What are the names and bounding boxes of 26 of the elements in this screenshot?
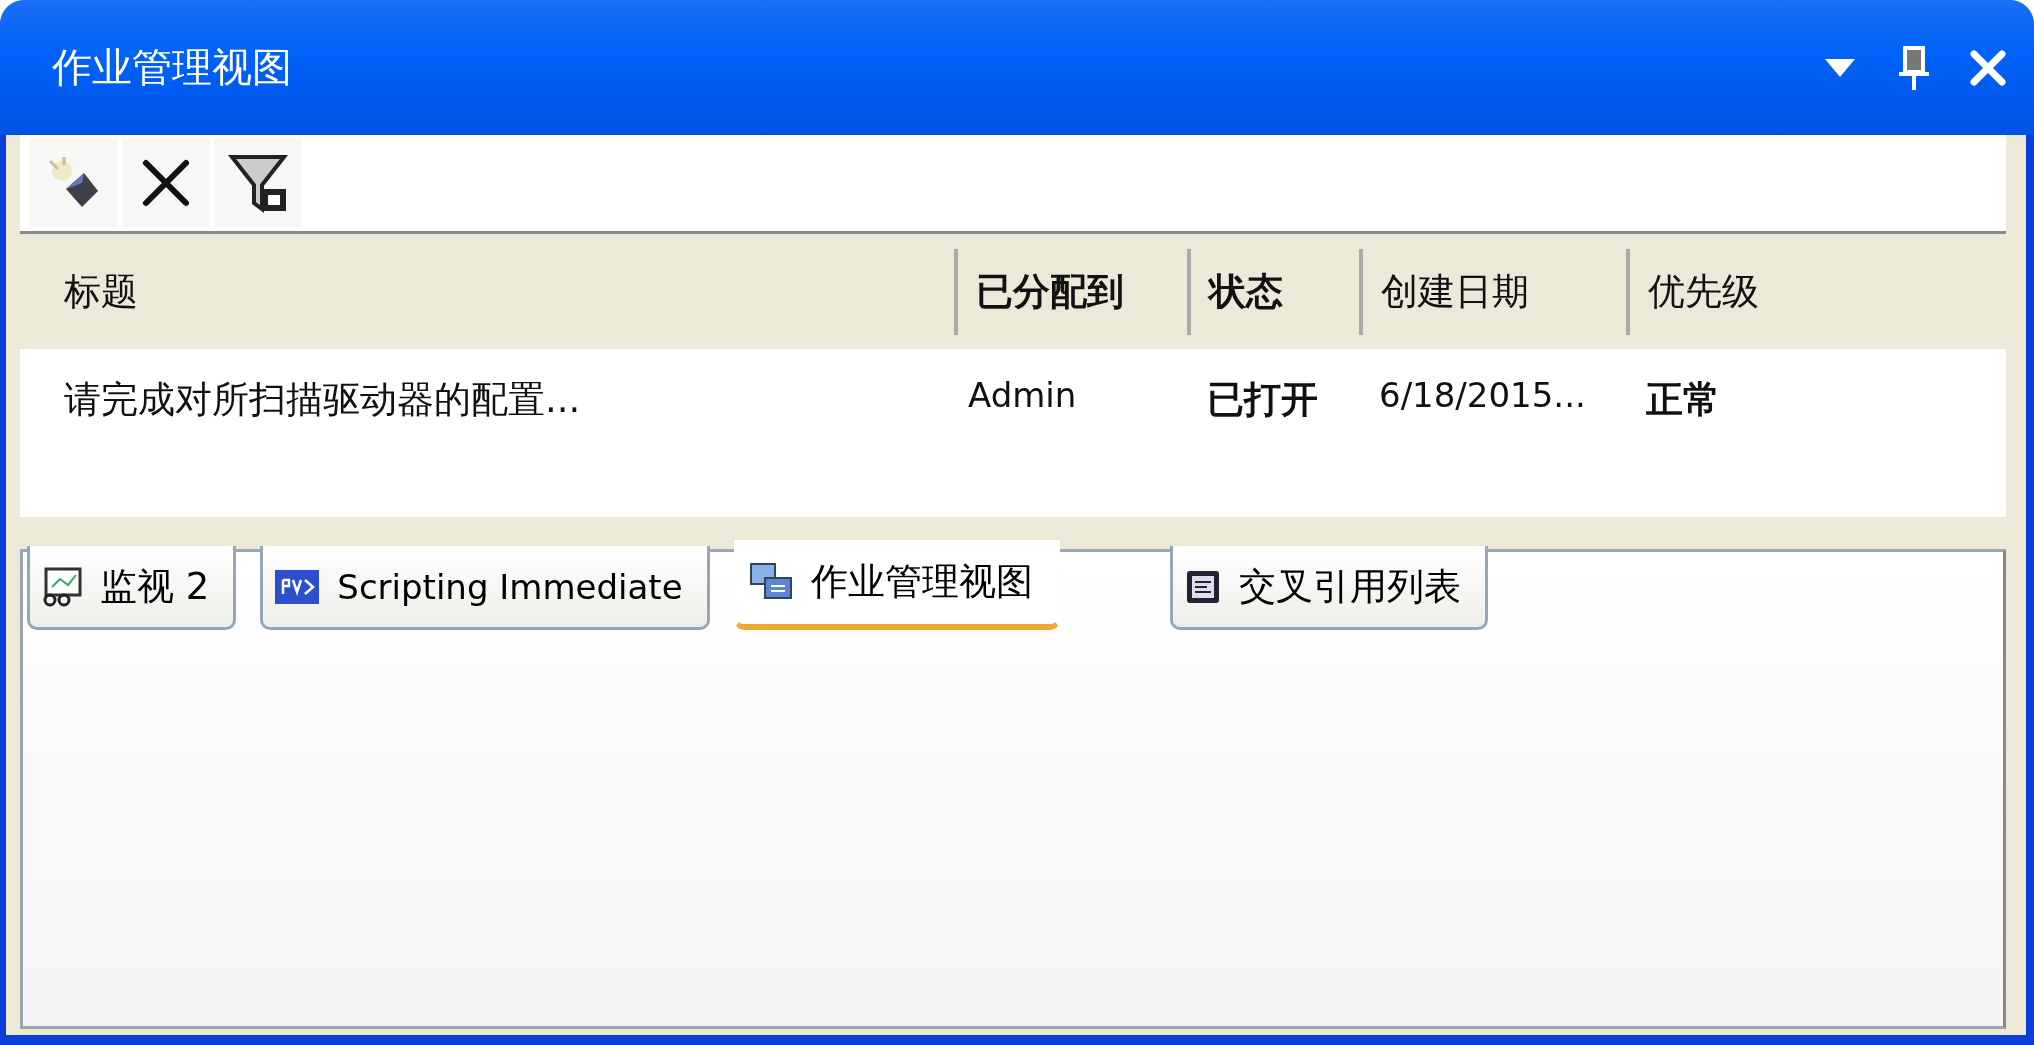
tab[interactable]: 监视 2 (27, 546, 237, 630)
column-header[interactable]: 优先级 (1626, 248, 2006, 335)
table-cell-text: 请完成对所扫描驱动器的配置... (63, 377, 582, 423)
table-cell-text: 6/18/2015... (1378, 375, 1587, 415)
table-row[interactable]: 请完成对所扫描驱动器的配置... Admin 已打开 6/18/2015... 正常 (20, 349, 2006, 517)
column-header[interactable]: 已分配到 (954, 248, 1187, 335)
dropdown-icon (1823, 56, 1857, 79)
window-title: 作业管理视图 (52, 43, 293, 92)
column-header[interactable]: 状态 (1187, 248, 1359, 335)
tab[interactable]: 作业管理视图 (733, 540, 1060, 630)
pin-icon (1899, 45, 1929, 90)
tab[interactable]: Scripting Immediate (260, 546, 710, 630)
list-icon (1184, 568, 1221, 605)
script-icon (275, 569, 320, 604)
glasses-chart-icon (42, 566, 82, 607)
new-button[interactable] (30, 139, 118, 227)
tab[interactable]: 交叉引用列表 (1169, 546, 1488, 630)
table-cell-text: 已打开 (1206, 377, 1319, 423)
column-header[interactable]: 标题 (20, 266, 954, 317)
column-header[interactable]: 创建日期 (1359, 248, 1626, 335)
close-icon (1970, 49, 2006, 86)
windows-icon (748, 562, 793, 602)
filter-button[interactable] (214, 139, 302, 227)
table-cell-text: Admin (967, 375, 1078, 415)
table-cell-text: 正常 (1645, 377, 1721, 423)
delete-button[interactable] (122, 139, 210, 227)
